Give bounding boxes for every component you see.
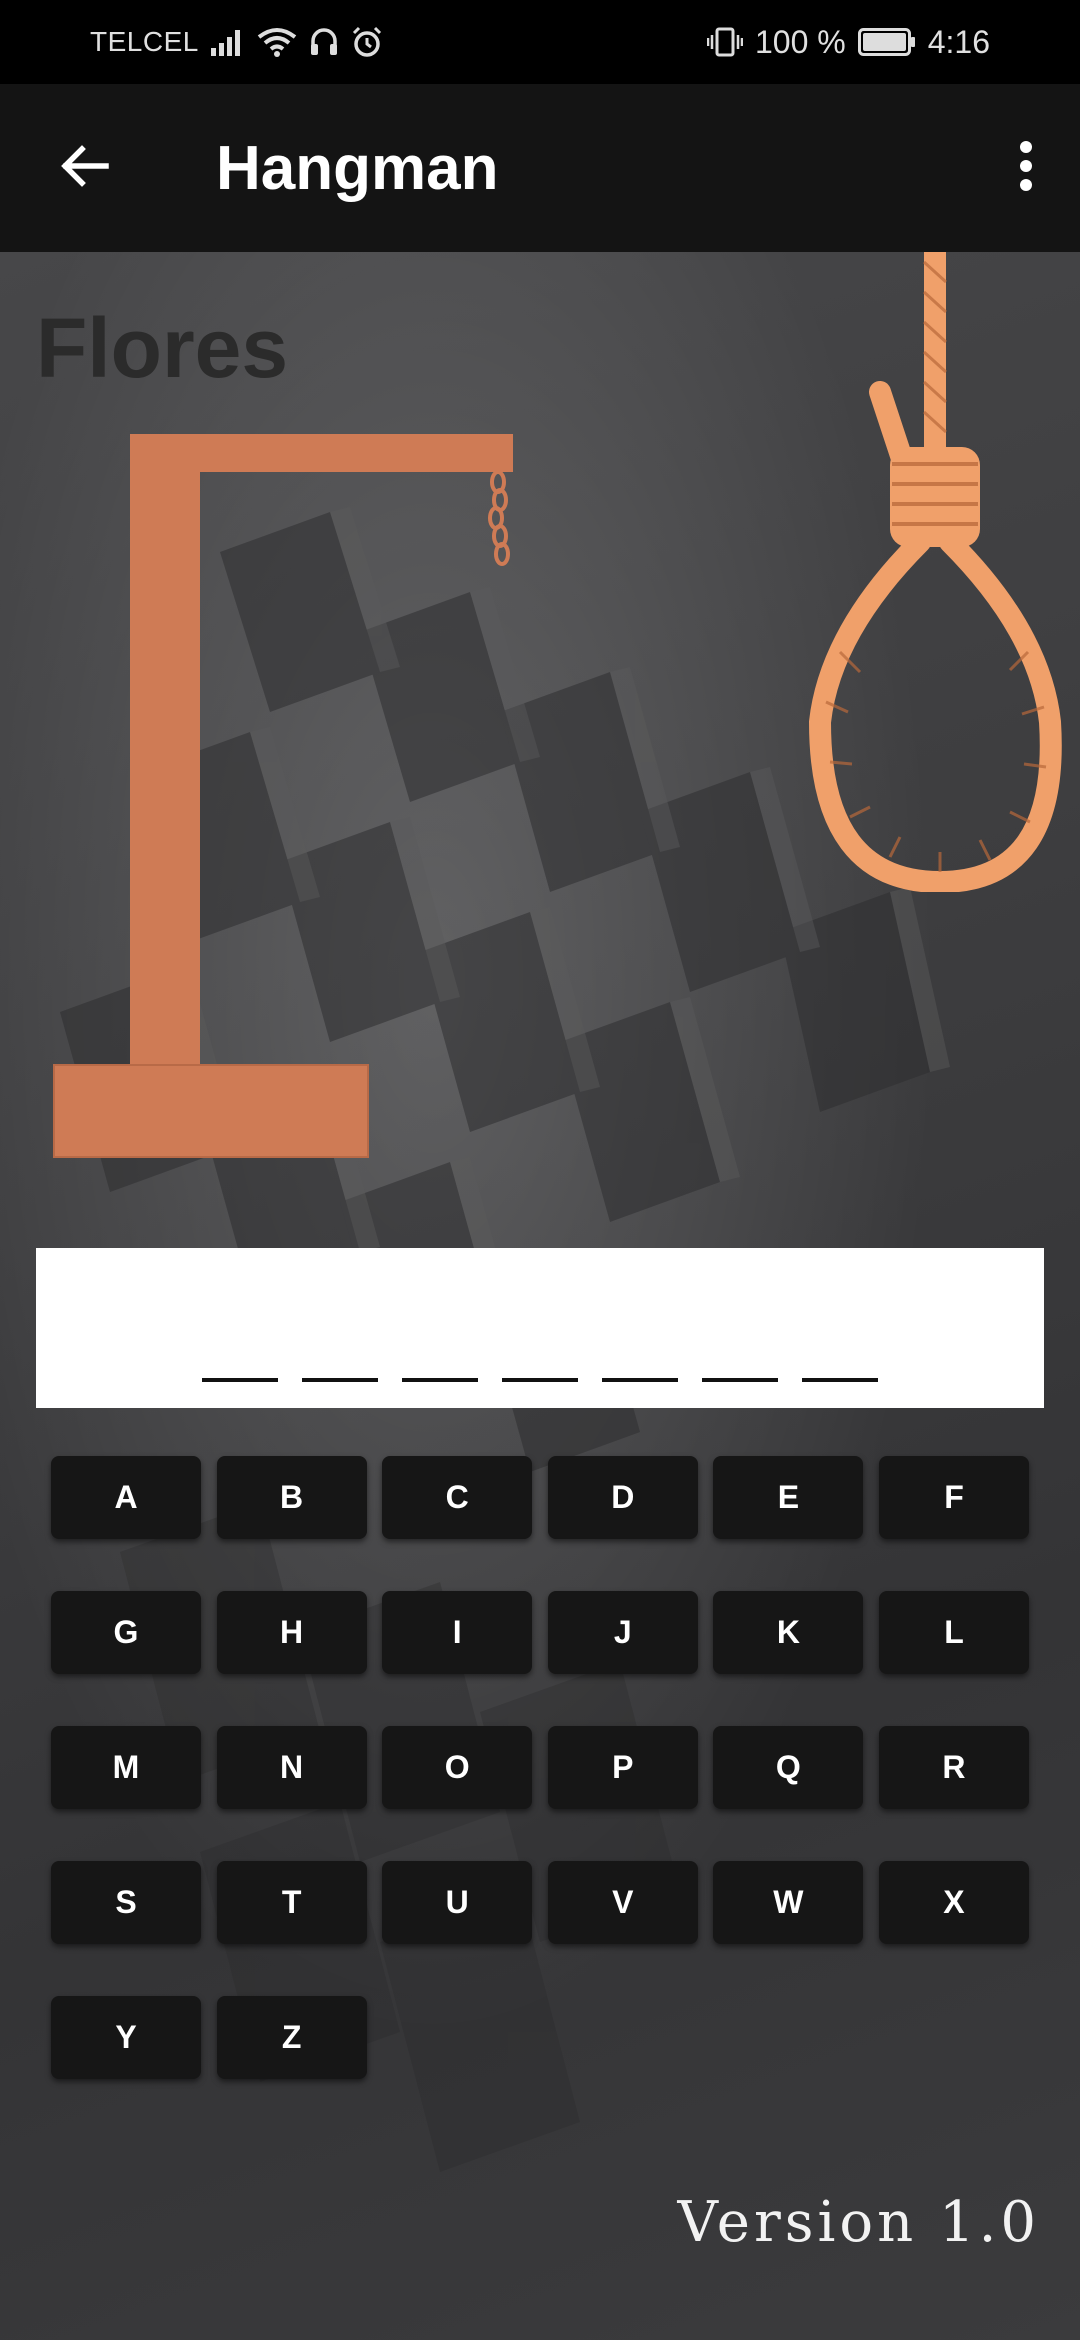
status-left: TELCEL bbox=[90, 26, 383, 58]
wifi-icon bbox=[257, 27, 297, 57]
letter-blank bbox=[602, 1378, 678, 1382]
letter-key-c[interactable]: C bbox=[382, 1456, 533, 1539]
letter-key-o[interactable]: O bbox=[382, 1726, 533, 1809]
letter-key-n[interactable]: N bbox=[216, 1726, 367, 1809]
alarm-icon bbox=[351, 26, 383, 58]
back-button[interactable] bbox=[52, 136, 116, 200]
status-right: 100 % 4:16 bbox=[706, 23, 990, 61]
letter-key-d[interactable]: D bbox=[547, 1456, 698, 1539]
letter-key-l[interactable]: L bbox=[878, 1591, 1029, 1674]
gallows-image bbox=[53, 434, 513, 1158]
more-vert-icon bbox=[1019, 140, 1033, 196]
letter-key-x[interactable]: X bbox=[878, 1861, 1029, 1944]
word-display bbox=[36, 1248, 1044, 1408]
clock: 4:16 bbox=[927, 23, 990, 60]
letter-blank bbox=[402, 1378, 478, 1382]
letter-key-e[interactable]: E bbox=[713, 1456, 864, 1539]
vibrate-icon bbox=[706, 26, 743, 58]
overflow-menu-button[interactable] bbox=[1002, 136, 1050, 200]
letter-key-i[interactable]: I bbox=[382, 1591, 533, 1674]
letter-keyboard: ABCDEF GHIJKL MNOPQR STUVWX YZ bbox=[51, 1456, 1029, 2079]
letter-key-a[interactable]: A bbox=[51, 1456, 201, 1539]
letter-key-r[interactable]: R bbox=[878, 1726, 1029, 1809]
carrier-label: TELCEL bbox=[90, 26, 199, 57]
letter-key-b[interactable]: B bbox=[216, 1456, 367, 1539]
word-blanks bbox=[202, 1378, 878, 1382]
letter-key-h[interactable]: H bbox=[216, 1591, 367, 1674]
letter-blank bbox=[702, 1378, 778, 1382]
letter-key-t[interactable]: T bbox=[216, 1861, 367, 1944]
letter-key-u[interactable]: U bbox=[382, 1861, 533, 1944]
letter-blank bbox=[202, 1378, 278, 1382]
status-bar: TELCEL 100 % 4:16 bbox=[0, 0, 1080, 84]
letter-key-z[interactable]: Z bbox=[216, 1996, 367, 2079]
letter-key-s[interactable]: S bbox=[51, 1861, 201, 1944]
headphones-icon bbox=[309, 27, 339, 57]
battery-percent: 100 % bbox=[754, 23, 846, 60]
letter-key-k[interactable]: K bbox=[713, 1591, 864, 1674]
noose-image bbox=[808, 252, 1062, 892]
letter-key-q[interactable]: Q bbox=[713, 1726, 864, 1809]
letter-key-f[interactable]: F bbox=[878, 1456, 1029, 1539]
letter-blank bbox=[502, 1378, 578, 1382]
category-label: Flores bbox=[36, 301, 289, 395]
letter-key-m[interactable]: M bbox=[51, 1726, 201, 1809]
battery-icon bbox=[857, 28, 916, 56]
letter-key-w[interactable]: W bbox=[713, 1861, 864, 1944]
app-title: Hangman bbox=[216, 133, 499, 203]
letter-key-v[interactable]: V bbox=[547, 1861, 698, 1944]
letter-key-p[interactable]: P bbox=[547, 1726, 698, 1809]
letter-blank bbox=[302, 1378, 378, 1382]
letter-key-g[interactable]: G bbox=[51, 1591, 201, 1674]
letter-key-j[interactable]: J bbox=[547, 1591, 698, 1674]
arrow-left-icon bbox=[58, 140, 110, 197]
letter-blank bbox=[802, 1378, 878, 1382]
version-label: Version 1.0 bbox=[677, 2190, 1040, 2255]
letter-key-y[interactable]: Y bbox=[51, 1996, 201, 2079]
signal-icon bbox=[210, 28, 245, 56]
app-bar: Hangman bbox=[0, 84, 1080, 252]
